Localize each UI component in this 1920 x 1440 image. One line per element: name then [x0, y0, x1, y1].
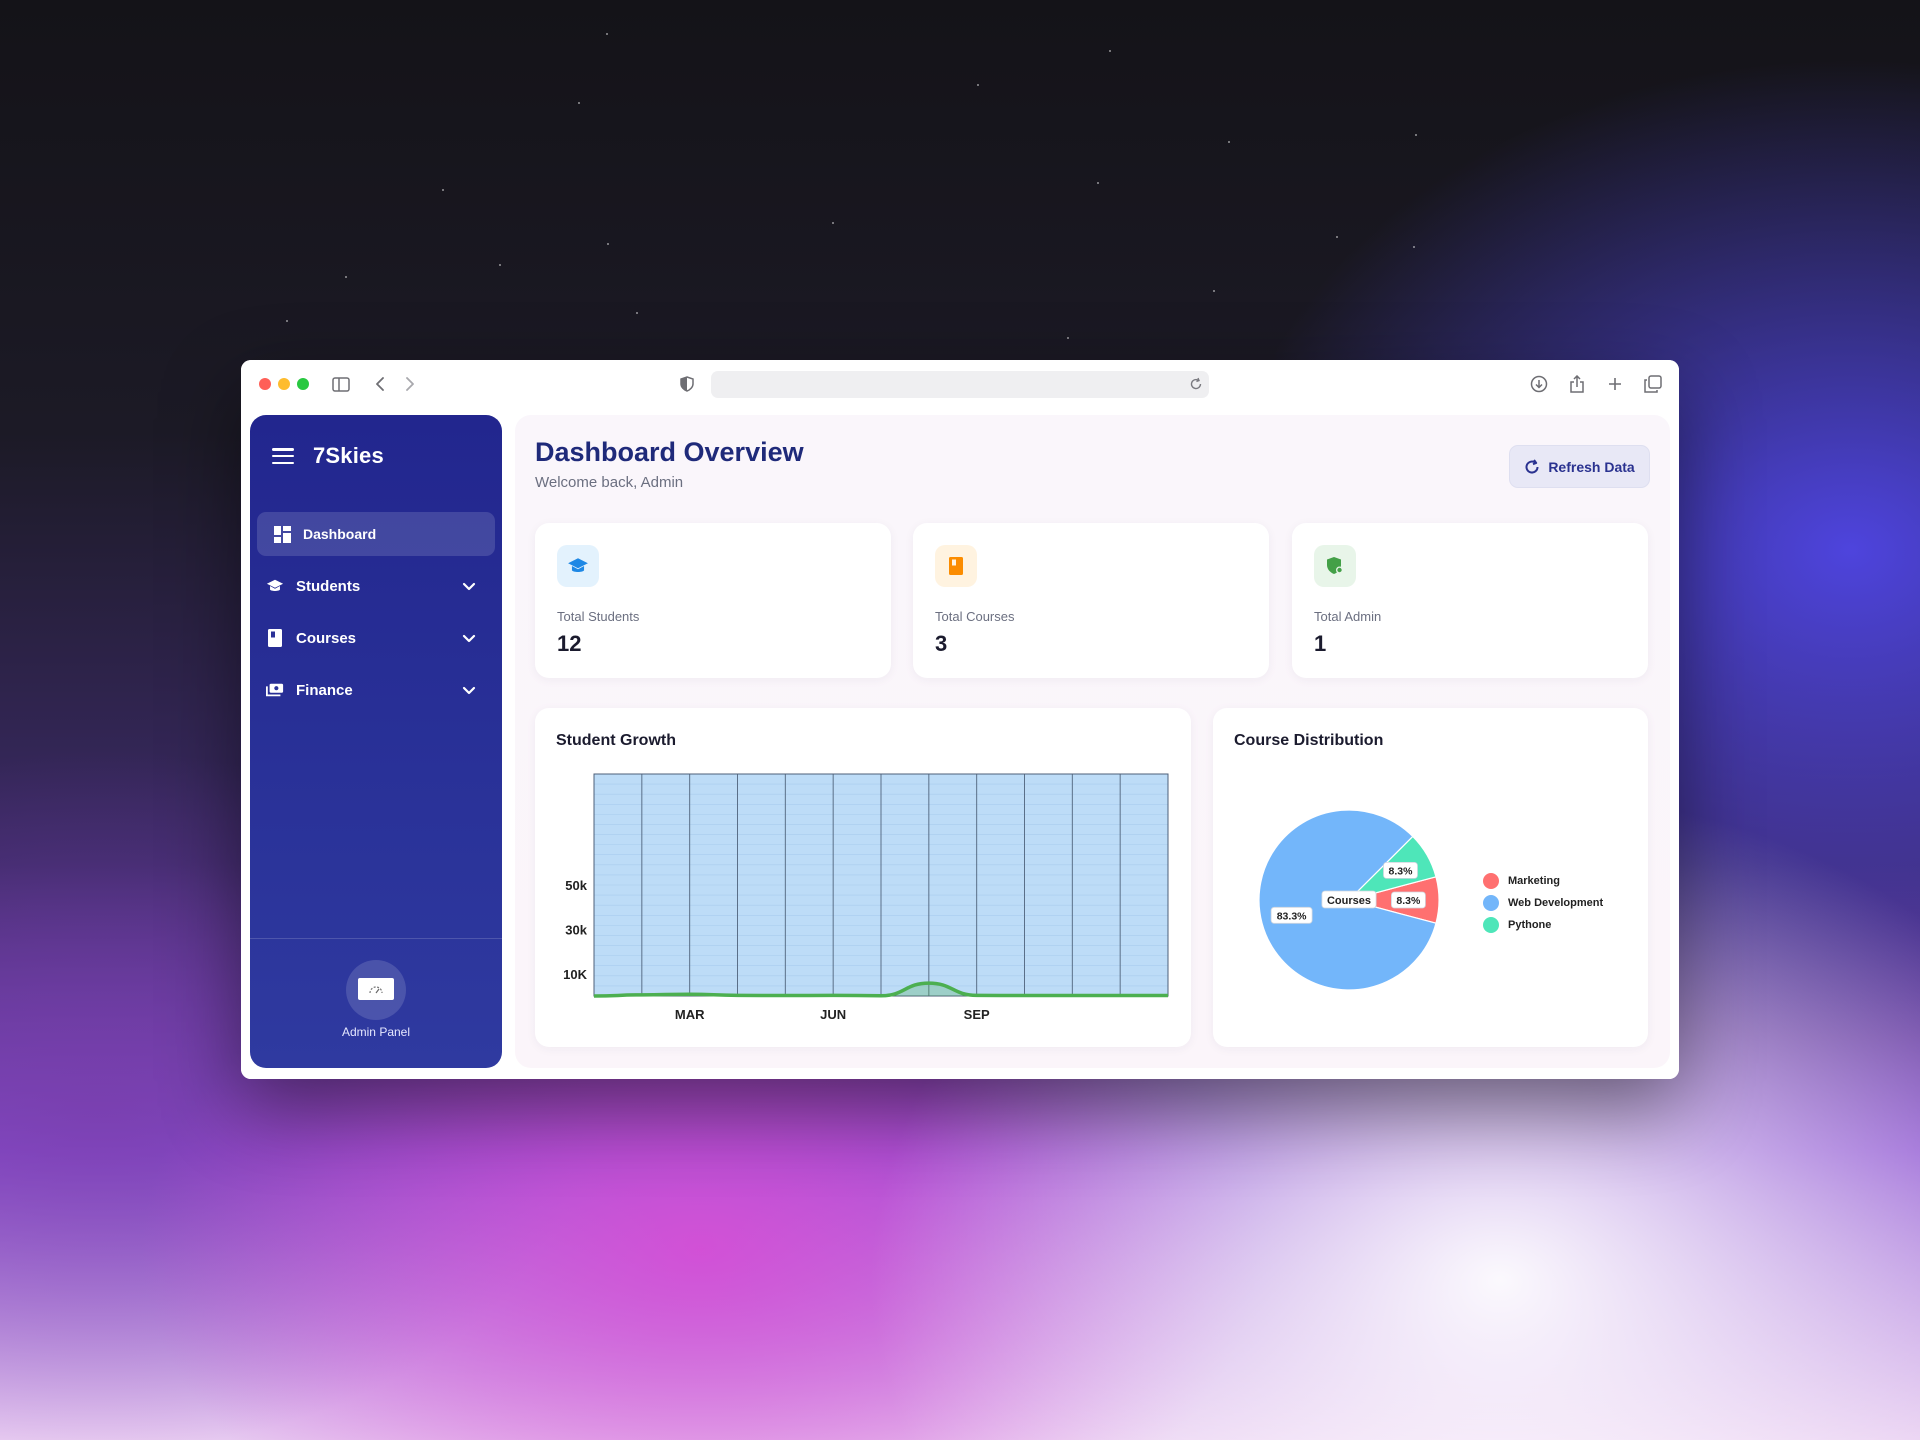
legend-label: Pythone — [1508, 919, 1552, 931]
svg-text:8.3%: 8.3% — [1396, 895, 1421, 907]
forward-icon[interactable] — [398, 372, 422, 396]
sidebar-item-students[interactable]: Students — [257, 564, 495, 608]
course-distribution-chart: 8.3% 83.3% 8.3% Courses — [1258, 809, 1440, 991]
legend-swatch — [1483, 873, 1499, 889]
x-tick-label: MAR — [675, 1007, 705, 1022]
page-title: Dashboard Overview — [535, 437, 804, 467]
share-icon[interactable] — [1565, 372, 1589, 396]
menu-icon[interactable] — [272, 448, 294, 464]
new-tab-icon[interactable] — [1603, 372, 1627, 396]
x-tick-label: SEP — [964, 1007, 990, 1022]
pie-value-label: 8.3% — [1390, 891, 1426, 909]
sidebar-item-finance[interactable]: Finance — [257, 668, 495, 712]
sidebar-item-label: Dashboard — [303, 526, 377, 542]
admin-panel-icon — [358, 978, 394, 1000]
chevron-down-icon[interactable] — [461, 578, 477, 594]
sidebar-item-label: Students — [296, 577, 361, 595]
chart-legend: Marketing Web Development Pythone — [1483, 870, 1603, 936]
course-distribution-card: Course Distribution 8.3% 83.3% 8.3% Courses… — [1213, 708, 1648, 1047]
stat-label: Total Courses — [935, 609, 1015, 624]
y-tick-label: 30k — [565, 922, 587, 937]
pie-center-label: Courses — [1321, 890, 1377, 909]
refresh-icon — [1525, 458, 1539, 474]
graduation-cap-icon — [557, 545, 599, 587]
back-icon[interactable] — [368, 372, 392, 396]
sidebar-item-label: Courses — [296, 629, 357, 647]
sidebar-divider — [250, 938, 502, 939]
page-content: 7Skies Dashboard Students Courses Financ… — [241, 408, 1679, 1079]
brand-name: 7Skies — [313, 443, 384, 468]
legend-label: Marketing — [1508, 875, 1560, 887]
legend-swatch — [1483, 917, 1499, 933]
refresh-data-button[interactable]: Refresh Data — [1509, 445, 1650, 488]
shield-icon — [1314, 545, 1356, 587]
stat-card-courses: Total Courses 3 — [913, 523, 1269, 678]
sidebar-item-courses[interactable]: Courses — [257, 616, 495, 660]
book-icon — [266, 629, 284, 647]
brand-row: 7Skies — [272, 441, 384, 471]
maximize-window-button[interactable] — [297, 378, 309, 390]
svg-text:8.3%: 8.3% — [1389, 865, 1414, 877]
pie-value-label: 8.3% — [1383, 861, 1418, 879]
stat-label: Total Admin — [1314, 609, 1382, 624]
sidebar-item-dashboard[interactable]: Dashboard — [257, 512, 495, 556]
sidebar-toggle-icon[interactable] — [329, 372, 353, 396]
legend-item[interactable]: Web Development — [1483, 892, 1603, 914]
chevron-down-icon[interactable] — [461, 682, 477, 698]
x-tick-label: JUN — [820, 1007, 846, 1022]
graduation-cap-icon — [266, 577, 284, 595]
close-window-button[interactable] — [259, 378, 271, 390]
money-icon — [266, 681, 284, 699]
student-growth-card: Student Growth 10K 30k 50k MAR JUN SEP — [535, 708, 1191, 1047]
page-subtitle: Welcome back, Admin — [535, 474, 684, 491]
tabs-overview-icon[interactable] — [1641, 372, 1665, 396]
main-panel: Dashboard Overview Welcome back, Admin R… — [515, 415, 1670, 1068]
legend-label: Web Development — [1508, 897, 1604, 909]
y-tick-label: 10K — [563, 967, 587, 982]
stat-value: 12 — [557, 631, 582, 656]
stat-value: 3 — [935, 631, 948, 656]
legend-swatch — [1483, 895, 1499, 911]
chevron-down-icon[interactable] — [461, 630, 477, 646]
stat-card-admin: Total Admin 1 — [1292, 523, 1648, 678]
dashboard-icon — [273, 525, 291, 543]
download-icon[interactable] — [1527, 372, 1551, 396]
legend-item[interactable]: Marketing — [1483, 870, 1603, 892]
address-bar[interactable] — [711, 371, 1209, 398]
stat-label: Total Students — [557, 609, 640, 624]
sidebar-item-label: Finance — [296, 681, 353, 699]
svg-text:Courses: Courses — [1327, 895, 1371, 907]
minimize-window-button[interactable] — [278, 378, 290, 390]
book-icon — [935, 545, 977, 587]
svg-text:83.3%: 83.3% — [1277, 910, 1307, 922]
admin-panel-label: Admin Panel — [341, 1025, 411, 1039]
reload-icon[interactable] — [1189, 377, 1203, 391]
sidebar: 7Skies Dashboard Students Courses Financ… — [250, 415, 502, 1068]
stat-card-students: Total Students 12 — [535, 523, 891, 678]
admin-avatar[interactable] — [346, 960, 406, 1020]
student-growth-chart: 10K 30k 50k MAR JUN SEP — [563, 773, 1169, 1022]
browser-toolbar — [241, 360, 1679, 408]
browser-window: 7Skies Dashboard Students Courses Financ… — [241, 360, 1679, 1079]
pie-value-label: 83.3% — [1270, 906, 1313, 924]
refresh-data-label: Refresh Data — [1548, 458, 1635, 475]
privacy-shield-icon[interactable] — [675, 372, 699, 396]
stat-value: 1 — [1314, 631, 1327, 656]
legend-item[interactable]: Pythone — [1483, 914, 1603, 936]
y-tick-label: 50k — [565, 878, 587, 893]
